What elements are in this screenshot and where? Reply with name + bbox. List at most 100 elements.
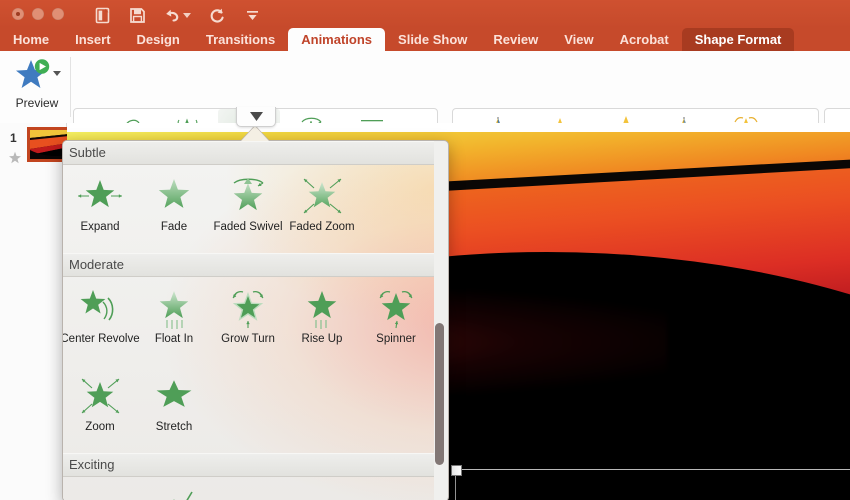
- popover-row: [63, 477, 434, 500]
- popover-sections: Subtle Expand Fade Faded Swivel Faded Zoom Mo…: [63, 141, 434, 500]
- ribbon-tab-bar: Home Insert Design Transitions Animations Sli…: [0, 28, 850, 51]
- ribbon-tab-transitions[interactable]: Transitions: [193, 28, 288, 51]
- animation-effect-rise-up[interactable]: Rise Up: [285, 277, 359, 365]
- animation-effect-center-revolve[interactable]: Center Revolve: [63, 277, 140, 365]
- preview-button[interactable]: Preview: [6, 55, 68, 119]
- ribbon-tab-label: Animations: [301, 32, 373, 47]
- animation-effect-stretch[interactable]: Stretch: [137, 365, 211, 453]
- minimize-button[interactable]: [32, 8, 44, 20]
- ribbon-tab-design[interactable]: Design: [124, 28, 193, 51]
- ribbon-tab-animations[interactable]: Animations: [288, 28, 386, 51]
- ribbon-tab-slide-show[interactable]: Slide Show: [385, 28, 480, 51]
- expand-star-icon: [72, 174, 128, 220]
- animation-effect-fade[interactable]: Fade: [137, 165, 211, 253]
- animation-effect-label: Stretch: [155, 421, 193, 433]
- exciting-star-icon-5: [368, 486, 424, 500]
- animation-effect-exciting-star-icon-5[interactable]: [359, 477, 433, 500]
- popover-row: Center Revolve Float In Grow Turn Rise Up Sp…: [63, 277, 434, 365]
- animation-effect-float-in[interactable]: Float In: [137, 277, 211, 365]
- animation-effect-exciting-star-icon-4[interactable]: [285, 477, 359, 500]
- popover-section-title: Subtle: [69, 145, 106, 160]
- ribbon-tab-view[interactable]: View: [551, 28, 606, 51]
- ribbon-tab-label: Review: [493, 32, 539, 47]
- undo-dropdown-arrow[interactable]: [183, 12, 191, 18]
- exciting-star-icon-2: [146, 486, 202, 500]
- float-in-star-icon: [146, 286, 202, 332]
- animation-effect-spinner[interactable]: Spinner: [359, 277, 433, 365]
- animation-effect-exciting-star-icon-2[interactable]: [137, 477, 211, 500]
- popover-scroll-area[interactable]: Subtle Expand Fade Faded Swivel Faded Zoom Mo…: [63, 141, 434, 500]
- animation-effect-exciting-star-icon-1[interactable]: [63, 477, 137, 500]
- animation-effect-label: Zoom: [85, 421, 115, 433]
- ribbon-tab-label: Design: [136, 32, 180, 47]
- center-revolve-star-icon: [72, 286, 128, 332]
- customize-toolbar-icon[interactable]: [242, 5, 262, 25]
- animation-effect-label: Grow Turn: [221, 333, 275, 345]
- stretch-star-icon: [146, 374, 202, 420]
- popover-arrow-tail: [241, 126, 269, 141]
- animation-effect-label: Expand: [80, 221, 120, 233]
- ribbon-tab-acrobat[interactable]: Acrobat: [607, 28, 682, 51]
- grow-turn-star-icon: [220, 286, 276, 332]
- zoom-button[interactable]: [52, 8, 64, 20]
- ribbon-tab-insert[interactable]: Insert: [62, 28, 123, 51]
- ribbon-tab-label: Slide Show: [398, 32, 468, 47]
- animation-effect-grow-turn[interactable]: Grow Turn: [211, 277, 285, 365]
- preview-label: Preview: [15, 96, 59, 110]
- spinner-star-icon: [368, 286, 424, 332]
- popover-section-header-subtle: Subtle: [63, 141, 434, 165]
- ribbon-tabs: Home Insert Design Transitions Animations Sli…: [0, 28, 795, 51]
- powerpoint-window: Home Insert Design Transitions Animations Sli…: [0, 0, 850, 500]
- animation-effect-label: Faded Zoom: [289, 221, 355, 233]
- animation-effect-label: Faded Swivel: [213, 221, 283, 233]
- animation-effect-label: Float In: [154, 333, 194, 345]
- ribbon-tab-label: View: [564, 32, 594, 47]
- ribbon-tab-label: Home: [13, 32, 50, 47]
- animation-effect-faded-zoom[interactable]: Faded Zoom: [285, 165, 359, 253]
- zoom-star-icon: [72, 374, 128, 420]
- rise-up-star-icon: [294, 286, 350, 332]
- exciting-star-icon-3: [220, 486, 276, 500]
- popover-section-header-exciting: Exciting: [63, 453, 434, 477]
- exciting-star-icon-1: [72, 486, 128, 500]
- undo-icon[interactable]: [162, 5, 192, 25]
- ribbon-tab-label: Shape Format: [694, 32, 782, 47]
- ribbon-divider-1: [70, 57, 71, 117]
- animation-effect-label: Rise Up: [301, 333, 343, 345]
- new-slide-icon[interactable]: [92, 5, 112, 25]
- ribbon-tab-shape-format[interactable]: Shape Format: [681, 28, 795, 51]
- ribbon-tab-label: Insert: [75, 32, 111, 47]
- ribbon-tab-label: Transitions: [205, 32, 276, 47]
- resize-handle-icon[interactable]: [451, 465, 462, 476]
- popover-section-body: Center Revolve Float In Grow Turn Rise Up Sp…: [63, 277, 434, 453]
- selection-outline-top: [455, 469, 850, 470]
- close-button[interactable]: [12, 8, 24, 20]
- popover-scrollbar-thumb[interactable]: [435, 323, 444, 465]
- popover-section-header-moderate: Moderate: [63, 253, 434, 277]
- ribbon-tab-label: Acrobat: [619, 32, 669, 47]
- animation-effect-faded-swivel[interactable]: Faded Swivel: [211, 165, 285, 253]
- animation-star-icon: [8, 151, 22, 165]
- faded-swivel-star-icon: [220, 174, 276, 220]
- fade-star-icon: [146, 174, 202, 220]
- popover-row: Expand Fade Faded Swivel Faded Zoom: [63, 165, 434, 253]
- ribbon-tab-review[interactable]: Review: [480, 28, 551, 51]
- popover-section-title: Exciting: [69, 457, 115, 472]
- animation-effect-zoom[interactable]: Zoom: [63, 365, 137, 453]
- ribbon: Preview FloatPinwheelSpiral InSwivelabcW…: [0, 51, 850, 169]
- title-bar: [0, 0, 850, 28]
- slide-thumbnail-pane[interactable]: 1: [0, 123, 72, 500]
- save-icon[interactable]: [127, 5, 147, 25]
- preview-dropdown-arrow[interactable]: [53, 71, 61, 76]
- redo-icon[interactable]: [207, 5, 227, 25]
- animation-effects-popover[interactable]: Subtle Expand Fade Faded Swivel Faded Zoom Mo…: [62, 140, 449, 500]
- popover-section-title: Moderate: [69, 257, 124, 272]
- exciting-star-icon-4: [294, 486, 350, 500]
- animation-effect-expand[interactable]: Expand: [63, 165, 137, 253]
- more-entrance-effects-button[interactable]: [236, 107, 276, 127]
- animation-effect-label: Fade: [160, 221, 188, 233]
- popover-scrollbar[interactable]: [435, 165, 444, 499]
- animation-effect-exciting-star-icon-3[interactable]: [211, 477, 285, 500]
- ribbon-tab-home[interactable]: Home: [0, 28, 62, 51]
- window-controls: [12, 8, 64, 20]
